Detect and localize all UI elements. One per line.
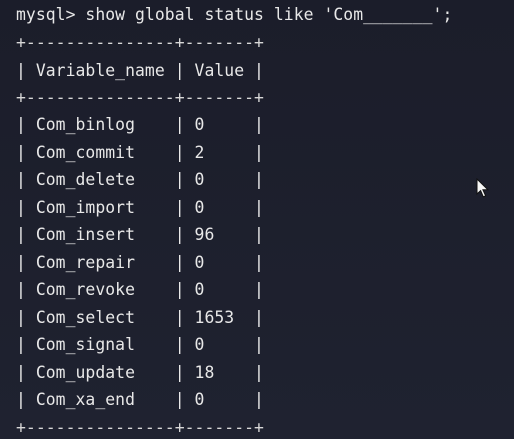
- table-row: | Com_delete | 0 |: [16, 170, 264, 189]
- terminal-window[interactable]: mysql> show global status like 'Com_____…: [0, 0, 514, 439]
- command-prompt-line: mysql> show global status like 'Com_____…: [16, 5, 453, 24]
- table-row: | Com_insert | 96 |: [16, 225, 264, 244]
- table-row: | Com_binlog | 0 |: [16, 115, 264, 134]
- table-row: | Com_signal | 0 |: [16, 335, 264, 354]
- table-row: | Com_revoke | 0 |: [16, 280, 264, 299]
- table-header-row: | Variable_name | Value |: [16, 61, 264, 80]
- table-header-border: +---------------+-------+: [16, 88, 264, 107]
- table-row: | Com_commit | 2 |: [16, 143, 264, 162]
- table-top-border: +---------------+-------+: [16, 33, 264, 52]
- table-row: | Com_import | 0 |: [16, 198, 264, 217]
- table-row: | Com_xa_end | 0 |: [16, 390, 264, 409]
- mouse-pointer-icon: [476, 178, 490, 198]
- table-row: | Com_repair | 0 |: [16, 253, 264, 272]
- table-row: | Com_select | 1653 |: [16, 308, 264, 327]
- table-row: | Com_update | 18 |: [16, 363, 264, 382]
- table-bottom-border: +---------------+-------+: [16, 418, 264, 437]
